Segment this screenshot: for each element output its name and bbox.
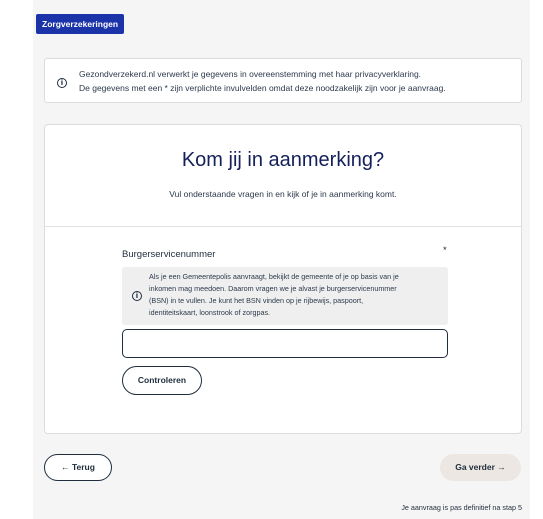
hint-line: inkomen mag meedoen. Daarom vragen we je… — [149, 284, 397, 293]
eligibility-card: Kom jij in aanmerking? Vul onderstaande … — [44, 124, 522, 434]
privacy-notice-line: De gegevens met een * zijn verplichte in… — [79, 82, 446, 93]
check-button[interactable]: Controleren — [122, 366, 202, 395]
required-marker: * — [443, 245, 447, 256]
hint-line: (BSN) in te vullen. Je kunt het BSN vind… — [149, 296, 364, 305]
bsn-input[interactable] — [122, 329, 448, 358]
card-subtitle: Vul onderstaande vragen in en kijk of je… — [169, 189, 397, 199]
privacy-notice-line: Gezondverzekerd.nl verwerkt je gegevens … — [79, 69, 422, 79]
next-button[interactable]: Ga verder → — [440, 454, 521, 481]
info-icon: i — [132, 291, 142, 301]
bsn-hint-text: Als je een Gemeentepolis aanvraagt, beki… — [149, 271, 399, 319]
card-divider — [45, 226, 521, 227]
final-step-note: Je aanvraag is pas definitief na stap 5 — [401, 503, 522, 512]
back-button[interactable]: ← Terug — [44, 454, 112, 481]
privacy-notice: i Gezondverzekerd.nl verwerkt je gegeven… — [44, 58, 522, 103]
bsn-field-label: Burgerservicenummer — [122, 249, 216, 260]
privacy-notice-text: Gezondverzekerd.nl verwerkt je gegevens … — [79, 68, 446, 95]
hint-line: Als je een Gemeentepolis aanvraagt, beki… — [149, 272, 399, 281]
bsn-hint-box: i Als je een Gemeentepolis aanvraagt, be… — [122, 267, 448, 325]
info-icon: i — [57, 78, 67, 88]
category-tag: Zorgverzekeringen — [36, 14, 125, 34]
card-title: Kom jij in aanmerking? — [181, 149, 385, 171]
hint-line: identiteitskaart, loonstrook of zorgpas. — [149, 308, 271, 317]
